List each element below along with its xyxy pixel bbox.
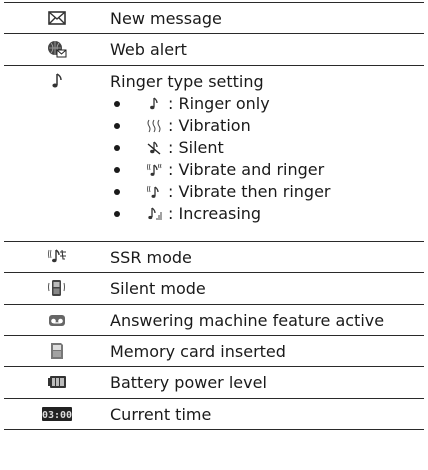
row-label: SSR mode (110, 248, 192, 267)
list-item: : Silent (110, 137, 424, 159)
list-item: : Vibration (110, 115, 424, 137)
list-item: : Increasing (110, 203, 424, 225)
table-row: New message (4, 2, 424, 33)
memory-card-icon (47, 341, 67, 361)
row-label: Silent mode (110, 279, 206, 298)
increasing-ring-icon (146, 206, 162, 222)
table-row: Silent mode (4, 272, 424, 304)
bullet (114, 145, 120, 151)
ringer-option-label: : Vibrate and ringer (168, 160, 325, 179)
ringer-option-label: : Silent (168, 138, 224, 157)
ringer-type-list: : Ringer only : Vibration : Silent : Vib… (110, 93, 424, 225)
vibrate-ring-icon (146, 162, 162, 178)
bullet (114, 167, 120, 173)
list-item: : Ringer only (110, 93, 424, 115)
list-item: : Vibrate then ringer (110, 181, 424, 203)
answering-machine-icon (47, 310, 67, 330)
silent-mode-phone-icon (47, 278, 67, 298)
bullet (114, 101, 120, 107)
music-note-icon (146, 96, 162, 112)
table-row: SSR mode (4, 241, 424, 272)
music-note-icon (47, 71, 67, 91)
row-label: Current time (110, 405, 212, 424)
ringer-option-label: : Vibration (168, 116, 251, 135)
row-label: Web alert (110, 40, 187, 59)
ringer-option-label: : Vibrate then ringer (168, 182, 331, 201)
vibration-icon (146, 118, 162, 134)
silent-note-icon (146, 140, 162, 156)
web-alert-icon (47, 39, 67, 59)
table-row: Memory card inserted (4, 335, 424, 366)
bullet (114, 211, 120, 217)
icon-table: New message Web alert Ringer type settin… (4, 2, 424, 430)
ringer-option-label: : Ringer only (168, 94, 270, 113)
table-row: Battery power level (4, 366, 424, 398)
battery-icon (47, 372, 67, 392)
bullet (114, 189, 120, 195)
table-row: Web alert (4, 33, 424, 65)
row-label: Answering machine feature active (110, 311, 385, 330)
ssr-mode-icon (47, 247, 67, 267)
envelope-icon (47, 8, 67, 28)
bullet (114, 123, 120, 129)
vibrate-then-ring-icon (146, 184, 162, 200)
row-label: New message (110, 9, 222, 28)
ringer-option-label: : Increasing (168, 204, 262, 223)
clock-display-icon: 03:00 (42, 404, 72, 424)
table-row: Ringer type setting : Ringer only : Vibr… (4, 65, 424, 241)
list-item: : Vibrate and ringer (110, 159, 424, 181)
row-label: Battery power level (110, 373, 267, 392)
clock-display-text: 03:00 (42, 410, 72, 421)
row-label: Memory card inserted (110, 342, 286, 361)
row-label: Ringer type setting (110, 72, 264, 91)
table-row: Answering machine feature active (4, 304, 424, 335)
table-row: 03:00 Current time (4, 398, 424, 430)
